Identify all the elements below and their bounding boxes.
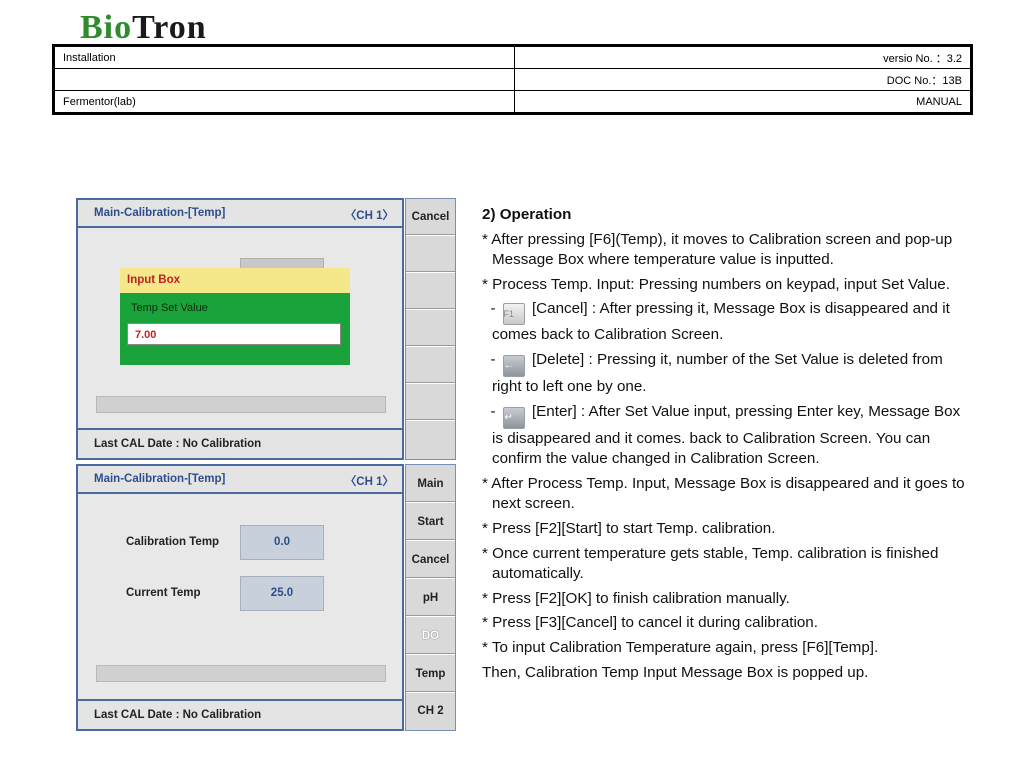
instruction-paragraph: * Press [F2][Start] to start Temp. calib… <box>482 519 776 537</box>
input-box-body: Temp Set Value 7.00 <box>120 293 350 365</box>
last-cal-date: Last CAL Date : No Calibration <box>94 709 262 721</box>
softkey-temp[interactable]: Temp <box>406 655 455 693</box>
progress-bar <box>96 665 386 682</box>
last-cal-date: Last CAL Date : No Calibration <box>94 438 262 450</box>
softkey-cancel[interactable]: Cancel <box>406 199 455 236</box>
header-doc-type: MANUAL <box>514 90 972 114</box>
softkey-ch2[interactable]: CH 2 <box>406 693 455 730</box>
header-row: Installation versio No. ：3.2 <box>53 45 972 69</box>
instruction-bullet-cancel: - F1 [Cancel] : After pressing it, Messa… <box>482 299 972 346</box>
instruction-paragraph: * Press [F2][OK] to finish calibration m… <box>482 589 790 607</box>
softkey-column-2: Main Start Cancel pH DO Temp CH 2 <box>405 464 456 731</box>
header-version: versio No. ：3.2 <box>514 45 972 69</box>
screen-title: Main-Calibration-[Temp] <box>94 207 226 219</box>
softkey-ph[interactable]: pH <box>406 579 455 617</box>
softkey-blank[interactable] <box>406 347 455 384</box>
bullet-prefix: - <box>482 402 500 420</box>
bullet-text: [Cancel] : After pressing it, Message Bo… <box>492 300 950 344</box>
operation-instructions: 2) Operation * After pressing [F6](Temp)… <box>482 205 972 687</box>
progress-bar <box>96 396 386 413</box>
softkey-column-1: Cancel <box>405 198 456 460</box>
softkey-main[interactable]: Main <box>406 465 455 503</box>
instruction-paragraph: * After pressing [F6](Temp), it moves to… <box>482 230 953 269</box>
logo-part-bio: Bio <box>80 9 133 46</box>
current-temp-value: 25.0 <box>270 587 294 599</box>
document-header-table: Installation versio No. ：3.2 DOC No.：13B… <box>52 44 973 115</box>
calibration-temp-label: Calibration Temp <box>126 536 220 548</box>
input-box-title: Input Box <box>127 274 181 286</box>
input-message-box: Input Box Temp Set Value 7.00 <box>120 268 350 365</box>
softkey-blank[interactable] <box>406 236 455 273</box>
instruction-bullet-delete: - ← [Delete] : Pressing it, number of th… <box>482 350 972 398</box>
enter-key-icon: ↵ <box>502 406 525 429</box>
screen-footer: Last CAL Date : No Calibration <box>78 428 402 458</box>
logo-part-tron: Tron <box>132 9 207 46</box>
header-product: Fermentor(lab) <box>53 90 515 114</box>
bullet-text: [Enter] : After Set Value input, pressin… <box>492 402 961 468</box>
header-category: Installation <box>53 45 515 69</box>
current-temp-label: Current Temp <box>126 587 201 599</box>
softkey-do[interactable]: DO <box>406 617 455 655</box>
softkey-blank[interactable] <box>406 421 455 459</box>
screen-title: Main-Calibration-[Temp] <box>94 473 226 485</box>
current-temp-field: 25.0 <box>240 576 324 611</box>
softkey-blank[interactable] <box>406 273 455 310</box>
screen-title-bar: Main-Calibration-[Temp] 〈CH 1〉 <box>78 200 402 228</box>
instruction-bullet-enter: - ↵ [Enter] : After Set Value input, pre… <box>482 402 972 470</box>
biotron-logo: BioTron <box>80 8 207 48</box>
instruction-paragraph: Then, Calibration Temp Input Message Box… <box>482 663 869 681</box>
header-empty-cell <box>53 68 515 91</box>
temp-set-value: 7.00 <box>135 329 157 341</box>
instruction-paragraph: * Process Temp. Input: Pressing numbers … <box>482 275 950 293</box>
screen-footer: Last CAL Date : No Calibration <box>78 699 402 729</box>
instruction-paragraph: * Press [F3][Cancel] to cancel it during… <box>482 614 818 632</box>
softkey-cancel[interactable]: Cancel <box>406 541 455 579</box>
softkey-start[interactable]: Start <box>406 503 455 541</box>
bullet-prefix: - <box>482 350 500 368</box>
screen-title-bar: Main-Calibration-[Temp] 〈CH 1〉 <box>78 466 402 494</box>
section-heading: 2) Operation <box>482 206 572 223</box>
backspace-key-icon: ← <box>502 354 525 377</box>
temp-set-value-input[interactable]: 7.00 <box>127 323 341 345</box>
temp-set-value-label: Temp Set Value <box>131 302 208 314</box>
header-doc-number: DOC No.：13B <box>514 68 972 91</box>
instruction-paragraph: * After Process Temp. Input, Message Box… <box>482 474 965 513</box>
calibration-temp-value: 0.0 <box>274 536 290 548</box>
instruction-paragraph: * Once current temperature gets stable, … <box>482 544 939 583</box>
bullet-text: [Delete] : Pressing it, number of the Se… <box>492 350 943 395</box>
instruction-paragraph: * To input Calibration Temperature again… <box>482 638 879 656</box>
channel-indicator: 〈CH 1〉 <box>344 476 394 488</box>
softkey-blank[interactable] <box>406 310 455 347</box>
header-row: DOC No.：13B <box>53 68 972 91</box>
input-box-header: Input Box <box>120 268 350 294</box>
softkey-blank[interactable] <box>406 384 455 421</box>
header-row: Fermentor(lab) MANUAL <box>53 90 972 114</box>
calibration-temp-field[interactable]: 0.0 <box>240 525 324 560</box>
f1-key-icon: F1 <box>502 303 525 326</box>
bullet-prefix: - <box>482 300 500 318</box>
channel-indicator: 〈CH 1〉 <box>344 210 394 222</box>
